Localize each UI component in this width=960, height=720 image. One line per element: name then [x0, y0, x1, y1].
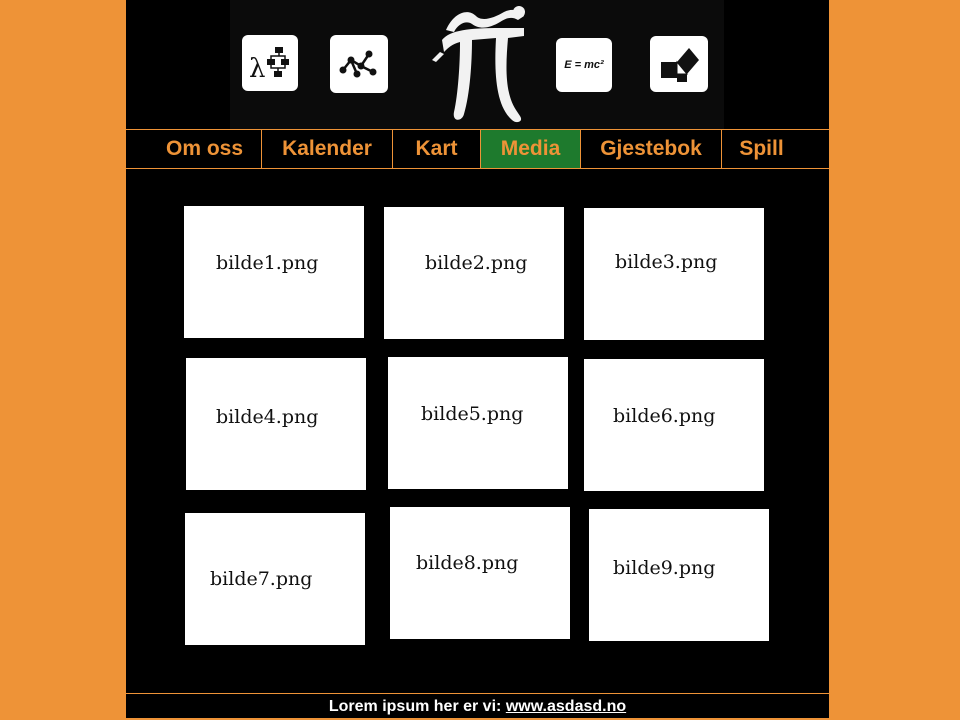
image-filename: bilde3.png — [615, 251, 718, 273]
pythagoras-icon — [650, 36, 708, 92]
footer: Lorem ipsum her er vi: www.asdasd.no — [126, 693, 829, 719]
emc2-icon: E = mc² — [556, 38, 612, 92]
graph-nodes-icon — [330, 35, 388, 93]
image-filename: bilde1.png — [216, 252, 319, 274]
image-filename: bilde6.png — [613, 405, 716, 427]
nav-item-om-oss[interactable]: Om oss — [126, 130, 262, 168]
image-filename: bilde7.png — [210, 568, 313, 590]
nav-item-label: Om oss — [165, 137, 244, 160]
gallery-image[interactable]: bilde2.png — [384, 207, 564, 339]
lambda-flowchart-icon: λ — [242, 35, 298, 91]
nav-item-kart[interactable]: Kart — [393, 130, 481, 168]
nav-item-label: Media — [500, 137, 561, 160]
page-container: λ E = mc² Om oss Kalender Kart Media Gje… — [126, 0, 829, 718]
nav-item-label: Spill — [739, 137, 784, 160]
pi-figure-logo — [420, 2, 540, 126]
nav-item-label: Kart — [415, 137, 458, 160]
footer-text: Lorem ipsum her er vi: — [328, 698, 502, 715]
nav-item-kalender[interactable]: Kalender — [262, 130, 393, 168]
gallery-image[interactable]: bilde1.png — [184, 206, 364, 338]
image-filename: bilde4.png — [216, 406, 319, 428]
nav-item-label: Gjestebok — [600, 137, 702, 160]
nav-item-gjestebok[interactable]: Gjestebok — [581, 130, 722, 168]
main-nav: Om oss Kalender Kart Media Gjestebok Spi… — [126, 129, 829, 169]
nav-item-media[interactable]: Media — [481, 130, 581, 168]
gallery-image[interactable]: bilde6.png — [584, 359, 764, 491]
gallery-image[interactable]: bilde8.png — [390, 507, 570, 639]
gallery-image[interactable]: bilde3.png — [584, 208, 764, 340]
image-filename: bilde2.png — [425, 252, 528, 274]
image-filename: bilde9.png — [613, 557, 716, 579]
gallery-image[interactable]: bilde9.png — [589, 509, 769, 641]
image-filename: bilde5.png — [421, 403, 524, 425]
image-filename: bilde8.png — [416, 552, 519, 574]
nav-item-label: Kalender — [282, 137, 372, 160]
gallery-image[interactable]: bilde7.png — [185, 513, 365, 645]
emc2-label: E = mc² — [564, 59, 604, 71]
nav-item-spill[interactable]: Spill — [722, 130, 829, 168]
header-banner: λ E = mc² — [230, 0, 724, 129]
footer-link[interactable]: www.asdasd.no — [506, 698, 626, 715]
svg-text:λ: λ — [249, 54, 265, 83]
gallery-image[interactable]: bilde5.png — [388, 357, 568, 489]
gallery-image[interactable]: bilde4.png — [186, 358, 366, 490]
